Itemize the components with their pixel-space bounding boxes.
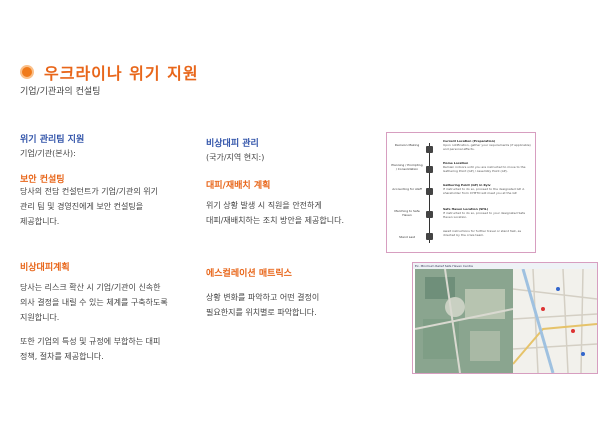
timeline-note-text: Await instructions for further travel or… (443, 229, 522, 237)
timeline-marker-icon (426, 146, 433, 153)
timeline-note: Safe Haven Location (SHL) If instructed … (443, 207, 531, 219)
evacuation-diagram-thumbnail: Decision Making Planning / Prompting / C… (386, 132, 536, 253)
timeline-marker-icon (426, 211, 433, 218)
timeline-note: Await instructions for further travel or… (443, 229, 531, 237)
escalation-body-line: 상황 변화를 파악하고 어떤 결정이 (206, 293, 320, 302)
emergency-heading: 비상대피계획 (20, 263, 70, 273)
relocation-body-line: 대피/재배치하는 조치 방안을 제공합니다. (206, 216, 344, 225)
team-sub: 기업/기관(본사): (20, 149, 76, 158)
page-subtitle: 기업/기관과의 컨설팅 (20, 87, 101, 97)
security-body: 당사의 전담 컨설턴트가 기업/기관의 위기 관리 팀 및 경영진에게 보안 컨… (20, 184, 210, 229)
timeline-step-label: Accounting for staff (392, 187, 422, 191)
escalation-body: 상황 변화를 파악하고 어떤 결정이 필요한지를 위치별로 파악합니다. (206, 290, 386, 320)
relocation-body-line: 위기 상황 발생 시 직원을 안전하게 (206, 201, 322, 210)
timeline-step-label: Stand Last (399, 235, 415, 239)
street-map-graphic (513, 269, 597, 373)
emergency-body-2: 또한 기업의 특성 및 규정에 부합하는 대피 정책, 절차를 제공합니다. (20, 334, 220, 364)
emergency-body-line: 의사 결정을 내릴 수 있는 체계를 구축하도록 (20, 298, 168, 307)
team-heading: 위기 관리팀 지원 (20, 135, 85, 145)
timeline-step-label: Planning / Prompting / Consolidation (391, 163, 423, 171)
timeline-step-label: Decision Making (394, 143, 420, 147)
timeline-step-label: Marching to Safe Haven (394, 209, 420, 217)
emergency-body: 당사는 리스크 확산 시 기업/기관이 신속한 의사 결정을 내릴 수 있는 체… (20, 280, 220, 325)
timeline-marker-icon (426, 188, 433, 195)
emergency-body-line: 또한 기업의 특성 및 규정에 부합하는 대피 (20, 337, 161, 346)
mgmt-heading: 비상대피 관리 (206, 139, 259, 149)
security-body-line: 당사의 전담 컨설턴트가 기업/기관의 위기 (20, 187, 158, 196)
street-map-image (513, 269, 597, 373)
escalation-body-line: 필요한지를 위치별로 파악합니다. (206, 308, 317, 317)
timeline-note: Current Location (Preparation) Upon noti… (443, 139, 531, 151)
timeline-note-text: Upon notification, gather your requireme… (443, 143, 531, 151)
emergency-body-line: 정책, 절차를 제공합니다. (20, 352, 104, 361)
page-title-row: 우크라이나 위기 지원 (20, 60, 199, 84)
security-body-line: 제공합니다. (20, 217, 60, 226)
escalation-map-thumbnail: Ex. Minimum Relief Safe Haven Centre (412, 262, 598, 374)
timeline-marker-icon (426, 233, 433, 240)
mgmt-sub: (국가/지역 현지:) (206, 153, 265, 162)
circle-bullet-icon (20, 65, 34, 79)
timeline-note-text: Remain indoors until you are instructed … (443, 165, 526, 173)
satellite-map-graphic (415, 269, 513, 373)
timeline-note-text: If instructed to do so, proceed to the d… (443, 187, 525, 195)
satellite-map-image (415, 269, 513, 373)
emergency-body-line: 지원합니다. (20, 313, 60, 322)
escalation-heading: 에스컬레이션 매트릭스 (206, 269, 292, 279)
timeline-note-text: If instructed to do so, proceed to your … (443, 211, 526, 219)
security-body-line: 관리 팀 및 경영진에게 보안 컨설팅을 (20, 202, 144, 211)
timeline-marker-icon (426, 166, 433, 173)
relocation-heading: 대피/재배치 계획 (206, 181, 271, 191)
relocation-body: 위기 상황 발생 시 직원을 안전하게 대피/재배치하는 조치 방안을 제공합니… (206, 198, 386, 228)
timeline-note: Gathering Point (GP) in Kyiv If instruct… (443, 183, 531, 195)
emergency-body-line: 당사는 리스크 확산 시 기업/기관이 신속한 (20, 283, 161, 292)
timeline-note: Home Location Remain indoors until you a… (443, 161, 531, 173)
page-title: 우크라이나 위기 지원 (44, 64, 199, 83)
